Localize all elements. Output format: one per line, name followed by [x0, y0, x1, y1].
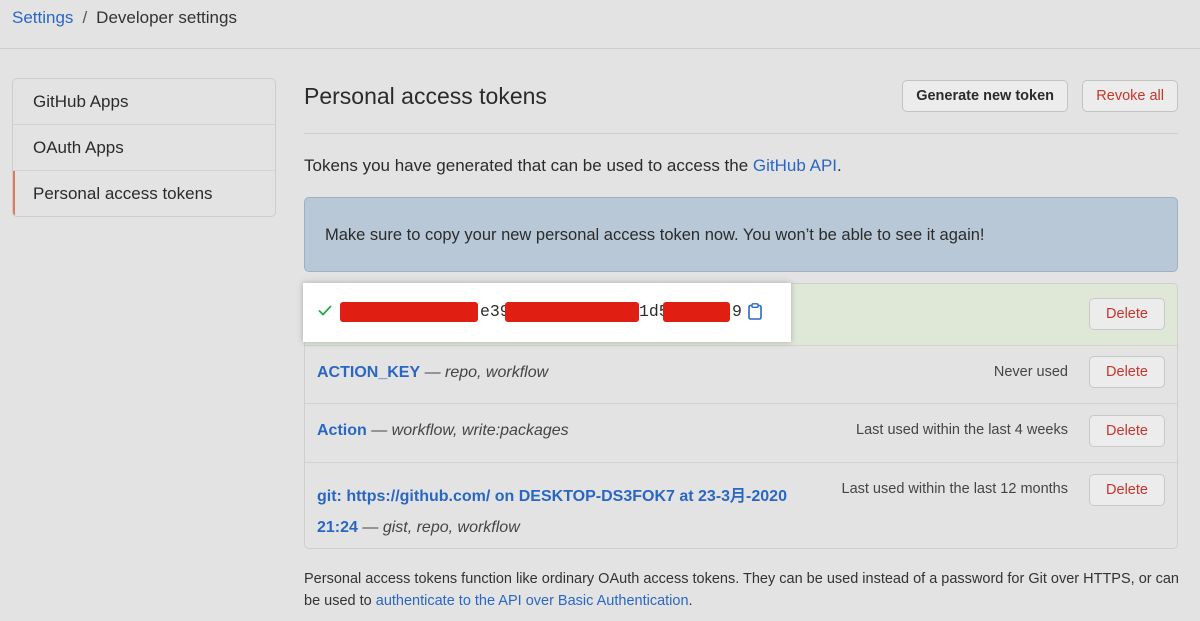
flash-notice: Make sure to copy your new personal acce…	[304, 197, 1178, 272]
description-suffix: .	[837, 156, 842, 175]
delete-button[interactable]: Delete	[1089, 356, 1165, 388]
check-icon	[318, 305, 332, 316]
token-name-link[interactable]: Action	[317, 422, 367, 439]
token-usage: Last used within the last 4 weeks	[856, 422, 1068, 438]
token-scopes: — gist, repo, workflow	[357, 519, 520, 536]
basic-auth-link[interactable]: authenticate to the API over Basic Authe…	[376, 593, 689, 609]
description-text: Tokens you have generated that can be us…	[304, 156, 753, 175]
token-description: ACTION_KEY — repo, workflow	[317, 364, 548, 382]
new-token-highlight: e395 1d5 9	[303, 283, 791, 342]
token-fragment: 9	[732, 302, 742, 321]
token-description: Action — workflow, write:packages	[317, 422, 569, 440]
sidebar-item-label: GitHub Apps	[33, 92, 129, 111]
page-title: Personal access tokens	[304, 83, 547, 109]
main-content: Personal access tokens Generate new toke…	[304, 78, 1178, 549]
token-name-link[interactable]: ACTION_KEY	[317, 364, 420, 381]
redaction-bar	[340, 302, 478, 322]
token-row: ACTION_KEY — repo, workflow Never used D…	[305, 345, 1177, 404]
footer-note: Personal access tokens function like ord…	[304, 568, 1184, 612]
delete-button[interactable]: Delete	[1089, 474, 1165, 506]
token-name-link-continued[interactable]: 21:24	[317, 519, 358, 536]
token-usage: Never used	[993, 364, 1068, 380]
header-divider	[0, 48, 1200, 49]
delete-button[interactable]: Delete	[1089, 298, 1165, 330]
breadcrumb-current: Developer settings	[96, 8, 237, 27]
redaction-bar	[663, 302, 730, 322]
delete-button[interactable]: Delete	[1089, 415, 1165, 447]
flash-message: Make sure to copy your new personal acce…	[325, 226, 985, 244]
breadcrumb-separator: /	[82, 8, 88, 27]
revoke-all-button[interactable]: Revoke all	[1082, 80, 1178, 112]
breadcrumb: Settings / Developer settings	[12, 8, 237, 28]
clipboard-icon[interactable]	[748, 303, 762, 320]
token-scopes: — repo, workflow	[420, 364, 549, 381]
token-usage: Last used within the last 12 months	[841, 481, 1069, 497]
generate-new-token-button[interactable]: Generate new token	[902, 80, 1068, 112]
github-api-link[interactable]: GitHub API	[753, 156, 837, 175]
token-description: git: https://github.com/ on DESKTOP-DS3F…	[317, 481, 817, 543]
sidebar-item-oauth-apps[interactable]: OAuth Apps	[13, 125, 275, 171]
footer-suffix: .	[688, 593, 693, 609]
sidebar-item-personal-access-tokens[interactable]: Personal access tokens	[13, 171, 275, 216]
sidebar-item-label: OAuth Apps	[33, 138, 124, 157]
description: Tokens you have generated that can be us…	[304, 156, 842, 176]
token-name-link[interactable]: git: https://github.com/ on DESKTOP-DS3F…	[317, 488, 787, 505]
sidebar-nav: GitHub Apps OAuth Apps Personal access t…	[12, 78, 276, 217]
sidebar-item-github-apps[interactable]: GitHub Apps	[13, 79, 275, 125]
token-row: git: https://github.com/ on DESKTOP-DS3F…	[305, 462, 1177, 548]
token-row: Action — workflow, write:packages Last u…	[305, 403, 1177, 463]
subhead: Personal access tokens Generate new toke…	[304, 78, 1178, 134]
redaction-bar	[505, 302, 639, 322]
sidebar-item-label: Personal access tokens	[33, 184, 213, 203]
token-scopes: — workflow, write:packages	[366, 422, 569, 439]
breadcrumb-settings-link[interactable]: Settings	[12, 8, 73, 28]
